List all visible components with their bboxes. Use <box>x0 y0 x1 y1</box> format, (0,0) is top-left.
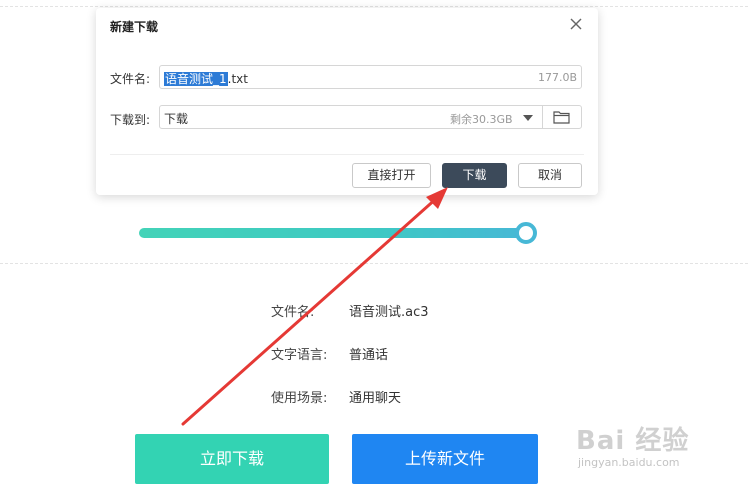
watermark-brand: Bai 经验 <box>576 426 690 456</box>
watermark-url: jingyan.baidu.com <box>578 456 680 469</box>
baidu-watermark: Bai 经验 jingyan.baidu.com <box>572 416 742 476</box>
annotation-arrow-icon <box>181 187 448 426</box>
